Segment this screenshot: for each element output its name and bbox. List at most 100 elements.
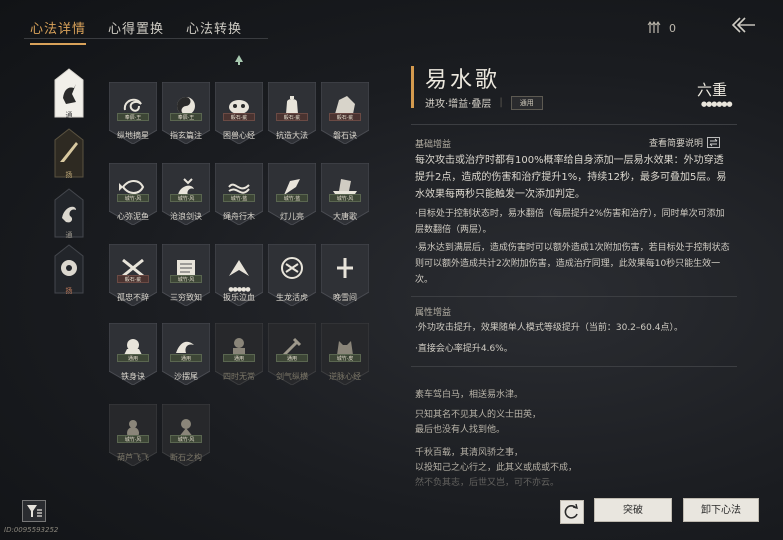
- skill-card-name: 绳舟行木: [223, 212, 255, 221]
- skill-card-name: 沙摆尾: [174, 372, 198, 381]
- skill-card-tag: 奉辰·王: [117, 113, 149, 121]
- skill-card-tag: 毅石·疵: [223, 113, 255, 121]
- tab-convert[interactable]: 心法转换: [186, 14, 242, 45]
- skill-card-tag: 城竹·风: [170, 275, 202, 283]
- back-button[interactable]: [730, 14, 756, 36]
- unload-skill-button[interactable]: 卸下心法: [683, 498, 759, 522]
- tiger-icon: [281, 257, 303, 279]
- skill-card[interactable]: 城竹·风葫芦飞飞: [109, 404, 157, 466]
- skill-card-name: 指玄篇注: [170, 131, 202, 140]
- skill-badge: 通用: [510, 95, 543, 110]
- skill-card-name: 剑气纵横: [276, 372, 308, 381]
- player-id: ID:0095593252: [4, 526, 59, 534]
- skill-card[interactable]: 生龙活虎: [268, 244, 316, 306]
- skill-card[interactable]: 城竹·风 沧浪剑诀: [162, 163, 210, 225]
- skill-card-tag: 城竹·皮: [329, 354, 361, 362]
- skill-card[interactable]: 城竹·蓝绳舟行木: [215, 163, 263, 225]
- skill-card[interactable]: 毅石·疵磐石诀: [321, 82, 369, 144]
- brief-toggle-label: 查看简要说明: [649, 139, 704, 149]
- tab-insight-swap[interactable]: 心得置换: [108, 14, 164, 45]
- skill-level: 六重: [697, 81, 728, 99]
- basic-effect-p3: ·易水达到满层后，造成伤害时可以额外造成1次附加伤害，若目标处于控制状态则可以额…: [415, 243, 730, 285]
- skill-card[interactable]: 城竹·风大唐歌: [321, 163, 369, 225]
- skill-card-name: 铁身诀: [121, 372, 145, 381]
- skill-card[interactable]: 毅石·疵困兽心经: [215, 82, 263, 144]
- skill-card-tag: 城竹·蓝: [223, 194, 255, 202]
- scroll-up-arrow-icon[interactable]: [234, 54, 244, 66]
- skill-card-name: 磐石诀: [333, 131, 357, 140]
- basic-effect-p2: ·目标处于控制状态时，易水翻倍（每层提升2%伤害和治疗），同时单次可添加层数翻倍…: [415, 209, 725, 235]
- skill-card-tag: 城竹·蓝: [276, 194, 308, 202]
- skill-card[interactable]: 城竹·风 断石之构: [162, 404, 210, 466]
- skill-card[interactable]: ●●●●● 扳乐泣血: [215, 244, 263, 306]
- skill-card[interactable]: 通用 沙摆尾: [162, 323, 210, 385]
- refresh-icon: [564, 503, 578, 519]
- category-tab-2[interactable]: 扬: [54, 128, 84, 179]
- skill-card-tag: 通用: [117, 354, 149, 362]
- attr-effect-p2: ·直接会心率提升4.6%。: [415, 344, 513, 354]
- skill-card-tag: 城竹·风: [170, 435, 202, 443]
- tab-details[interactable]: 心法详情: [30, 14, 87, 45]
- skill-card-name: 大唐歌: [333, 212, 357, 221]
- skill-card[interactable]: 晚雪间: [321, 244, 369, 306]
- skill-card[interactable]: 通用 四时无常: [215, 323, 263, 385]
- skill-subtitle-row: 进攻·增益·叠层 | 通用: [425, 95, 543, 110]
- divider-bottom: [411, 366, 737, 367]
- skill-card[interactable]: 通用 铁身诀: [109, 323, 157, 385]
- skill-card[interactable]: 毅石·疵 抗造大法: [268, 82, 316, 144]
- brief-toggle[interactable]: 查看简要说明: [649, 136, 721, 149]
- skill-card[interactable]: 奉辰·王 纵地摘星: [109, 82, 157, 144]
- skill-card-name: 生龙活虎: [276, 293, 308, 302]
- tab-divider: [24, 38, 268, 39]
- skill-card-tag: 城竹·风: [329, 194, 361, 202]
- skill-card-name: 灯儿亮: [280, 212, 304, 221]
- lore-line-2: 只知其名不见其人的义士田英，: [415, 410, 542, 420]
- title-accent-bar: [411, 66, 414, 108]
- skill-card-name: 沧浪剑诀: [170, 212, 202, 221]
- category-label-1: 通: [65, 111, 73, 119]
- cross-icon: [337, 258, 353, 278]
- skill-card-name: 三穷致知: [170, 293, 202, 302]
- skill-card-tag: 毅石·疵: [329, 113, 361, 121]
- skill-card-tag: 毅石·疵: [117, 275, 149, 283]
- basic-effect-p1: 每次攻击或治疗时都有100%概率给自身添加一层易水效果：外功穿透提升2点，造成的…: [415, 155, 727, 200]
- skill-level-dots: ●●●●●●: [701, 100, 733, 108]
- skill-card-tag: 城竹·风: [117, 194, 149, 202]
- skill-card-name: 逆脉心经: [329, 372, 361, 381]
- skill-card-tag: 城竹·风: [117, 435, 149, 443]
- skill-card-tag: 通用: [170, 354, 202, 362]
- skill-card-name: 心弥泥鱼: [117, 212, 149, 221]
- skill-card[interactable]: 奉辰·王 指玄篇注: [162, 82, 210, 144]
- skill-card[interactable]: 城竹·风心弥泥鱼: [109, 163, 157, 225]
- skill-card[interactable]: 城竹·皮逆脉心经: [321, 323, 369, 385]
- skill-card-tag: 毅石·疵: [276, 113, 308, 121]
- skill-card[interactable]: 通用 剑气纵横: [268, 323, 316, 385]
- skill-card-name: 困兽心经: [223, 131, 255, 140]
- category-tab-1[interactable]: 通: [54, 68, 84, 119]
- skill-title: 易水歌: [425, 68, 501, 93]
- skill-card-name: 晚雪间: [333, 293, 357, 302]
- category-label-2: 扬: [65, 171, 73, 179]
- category-tab-3[interactable]: 通: [54, 188, 84, 239]
- lore-line-3: 最后也没有人找到他。: [415, 425, 506, 435]
- skill-card-name: 葫芦飞飞: [117, 453, 149, 462]
- divider-top: [411, 124, 737, 125]
- skill-card-tag: 通用: [276, 354, 308, 362]
- category-label-3: 通: [65, 231, 73, 239]
- breakthrough-button[interactable]: 突破: [594, 498, 672, 522]
- skill-card[interactable]: 毅石·疵孤忠不辞: [109, 244, 157, 306]
- blade-icon: [229, 260, 249, 276]
- currency-display: 0: [647, 21, 676, 35]
- filter-button[interactable]: [22, 500, 46, 522]
- back-arrow-icon: [731, 17, 755, 33]
- skill-card-tag: 通用: [223, 354, 255, 362]
- skill-card[interactable]: 城竹·风三穷致知: [162, 244, 210, 306]
- basic-effect-text: 每次攻击或治疗时都有100%概率给自身添加一层易水效果：外功穿透提升2点，造成的…: [415, 152, 733, 203]
- divider-mid: [411, 296, 737, 297]
- category-label-4: 扬: [65, 287, 73, 295]
- toggle-icon: [707, 137, 721, 148]
- reset-button[interactable]: [560, 500, 584, 524]
- category-tab-4[interactable]: 扬: [54, 244, 84, 295]
- skill-card-name: 孤忠不辞: [117, 293, 149, 302]
- skill-card[interactable]: 城竹·蓝灯儿亮: [268, 163, 316, 225]
